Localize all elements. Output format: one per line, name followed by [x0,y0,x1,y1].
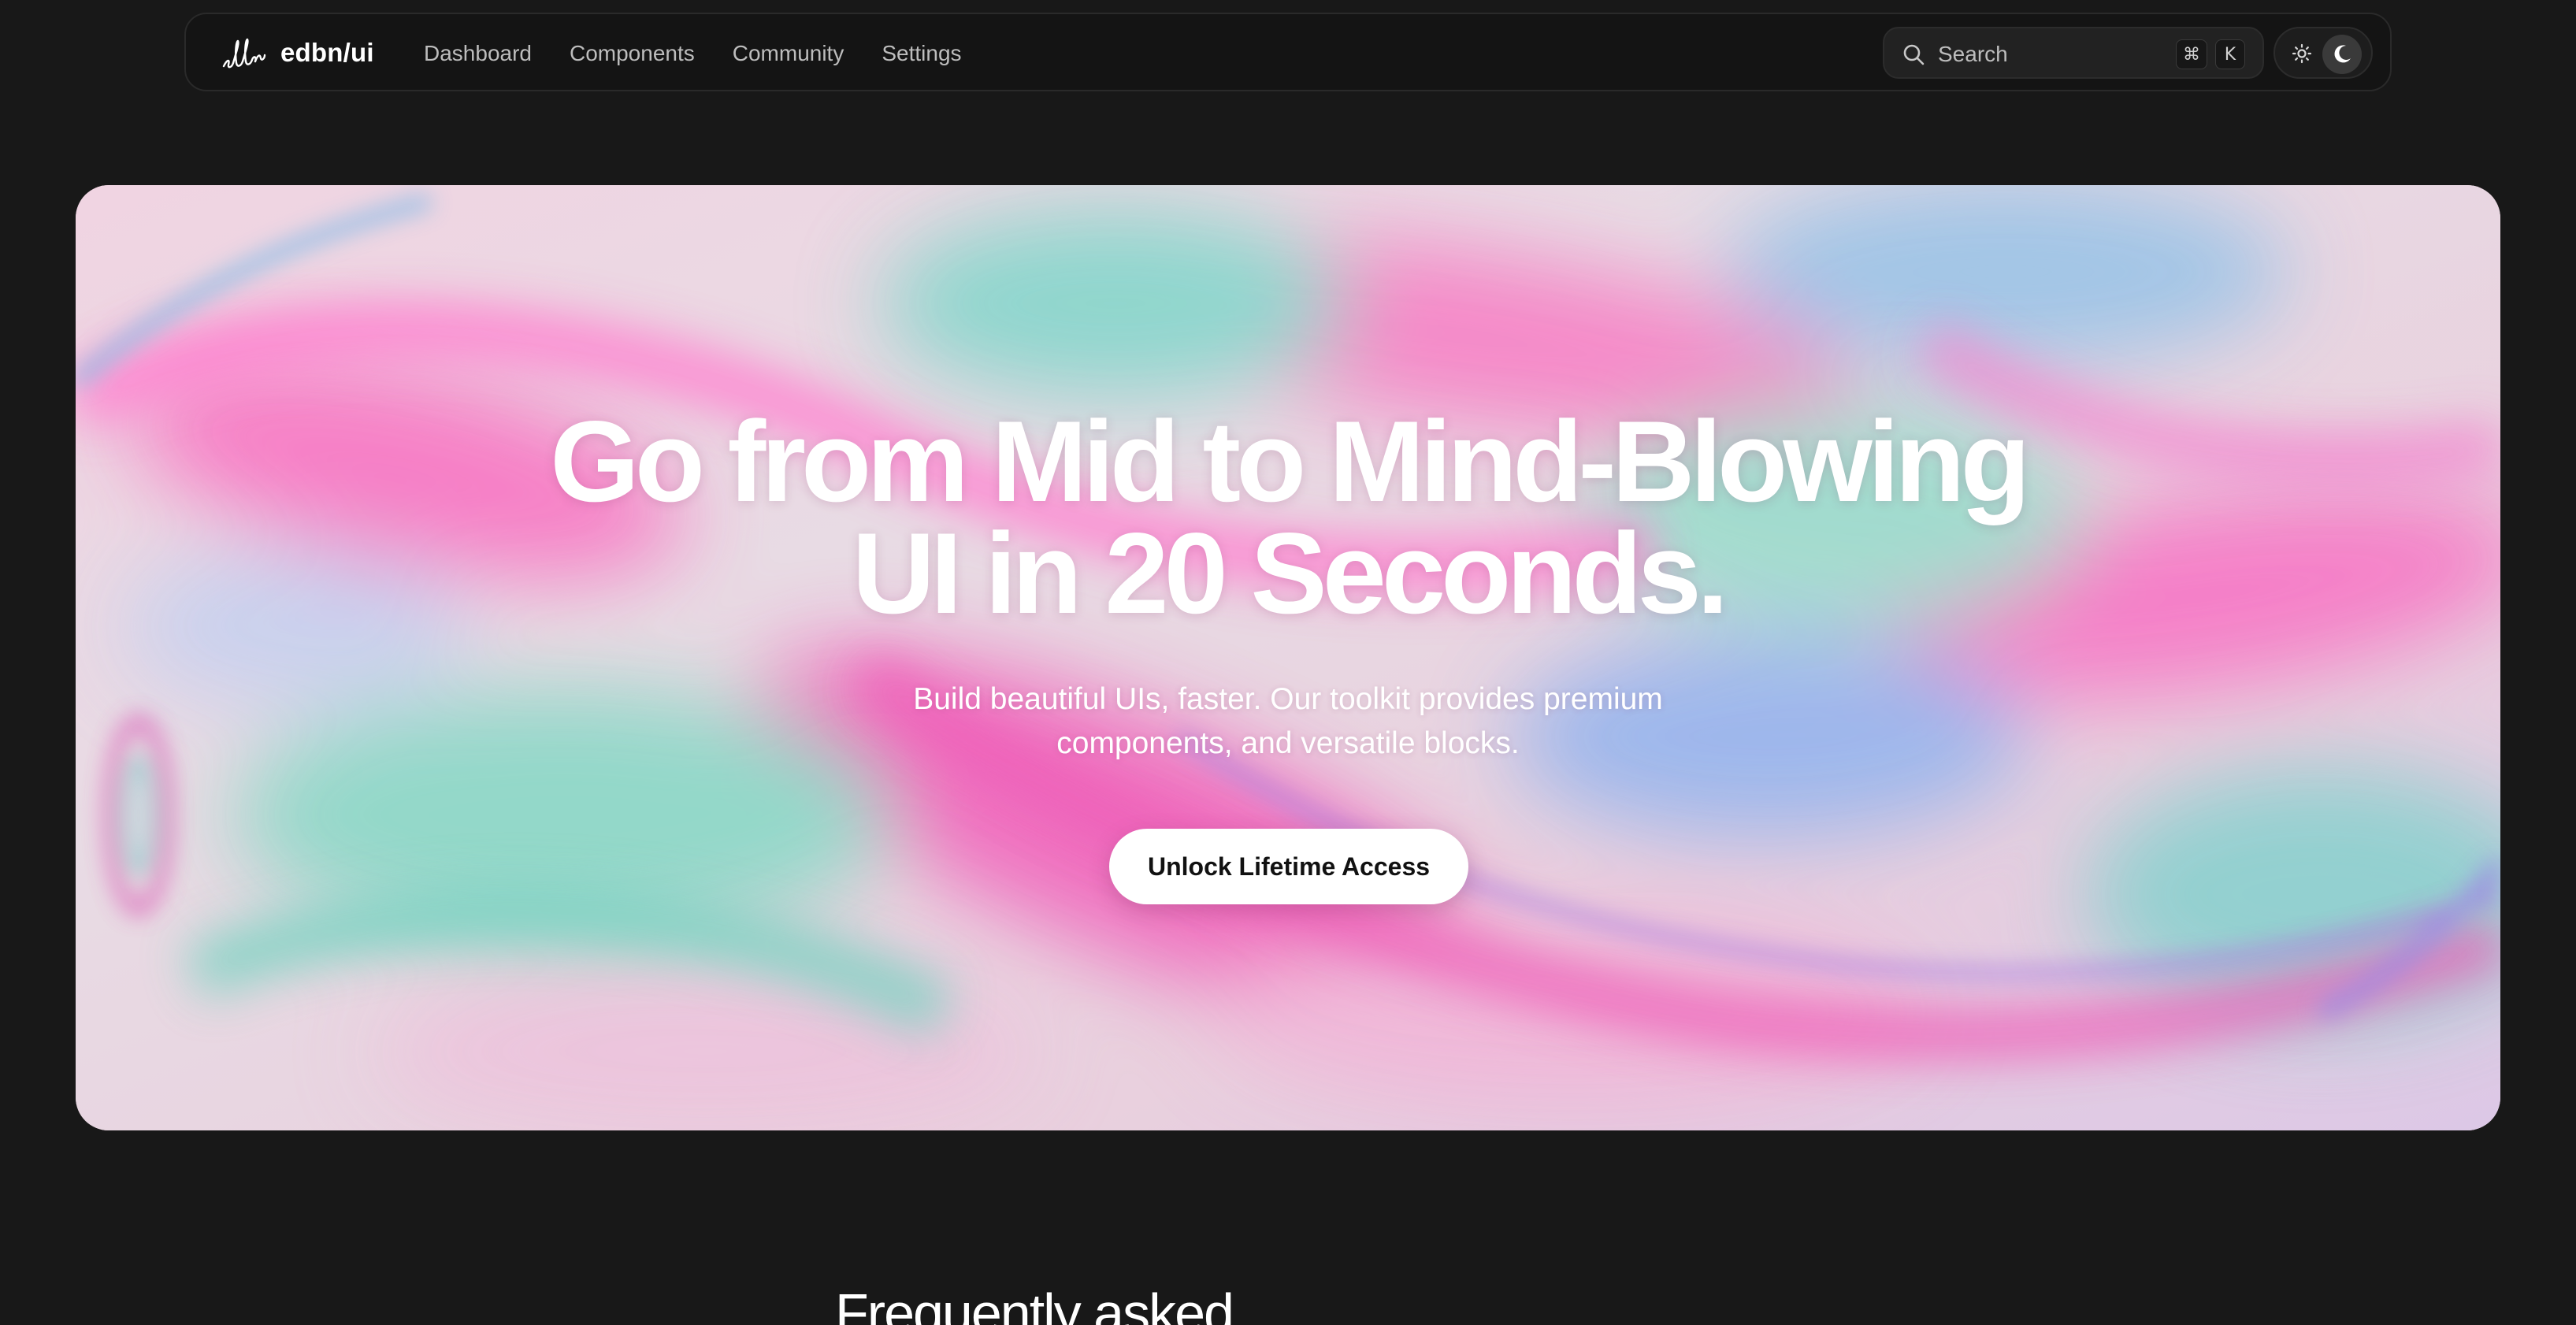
search-input[interactable]: Search ⌘ K [1883,27,2264,79]
faq-heading: Frequently asked [835,1282,1234,1325]
nav-item-dashboard[interactable]: Dashboard [424,38,532,69]
hero-title: Go from Mid to Mind-Blowing UI in 20 Sec… [76,397,2500,637]
hero-subtitle-line-2: components, and versatile blocks. [1056,726,1520,760]
holographic-background-image [76,185,2500,1130]
brand-name[interactable]: edbn/ui [280,38,374,68]
nav-item-components[interactable]: Components [570,38,695,69]
logo-icon[interactable] [219,32,268,76]
search-placeholder: Search [1938,42,2008,66]
hero-banner: Go from Mid to Mind-Blowing UI in 20 Sec… [76,185,2500,1130]
theme-toggle [2273,27,2373,79]
top-navbar: edbn/ui Dashboard Components Community S… [184,13,2392,91]
nav-item-settings[interactable]: Settings [882,38,961,69]
sun-icon[interactable] [2285,36,2319,71]
moon-icon[interactable] [2322,35,2362,74]
shortcut-modifier-key: ⌘ [2176,39,2207,69]
hero-title-line-1: Go from Mid to Mind-Blowing [550,397,2030,525]
primary-nav: Dashboard Components Community Settings [424,38,1000,69]
unlock-lifetime-access-button[interactable]: Unlock Lifetime Access [1109,829,1468,904]
shortcut-key: K [2215,39,2245,69]
nav-item-community[interactable]: Community [733,38,844,69]
hero-subtitle: Build beautiful UIs, faster. Our toolkit… [76,677,2500,766]
hero-title-line-2: UI in 20 Seconds. [852,509,1729,637]
search-icon [1902,43,1925,66]
hero-subtitle-line-1: Build beautiful UIs, faster. Our toolkit… [913,682,1663,716]
